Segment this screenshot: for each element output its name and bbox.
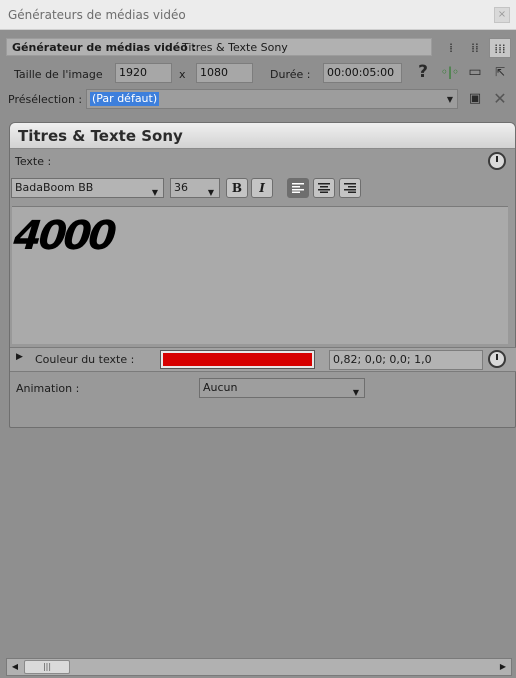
export-icon[interactable]: ⇱ bbox=[490, 62, 510, 82]
image-height-input[interactable]: 1080 bbox=[196, 63, 253, 83]
delete-preset-icon[interactable]: ✕ bbox=[490, 89, 510, 109]
panel-header: Titres & Texte Sony bbox=[10, 123, 515, 149]
chevron-down-icon: ▼ bbox=[352, 388, 359, 397]
duration-input[interactable]: 00:00:05:00 bbox=[323, 63, 402, 83]
horizontal-scrollbar[interactable]: ◀ ||| ▶ bbox=[6, 658, 512, 676]
scroll-thumb[interactable]: ||| bbox=[24, 660, 70, 674]
align-left-icon bbox=[292, 183, 304, 193]
list-view-icon[interactable]: ⁞ bbox=[440, 38, 462, 58]
expand-arrow-icon[interactable]: ▶ bbox=[16, 352, 23, 362]
align-left-button[interactable] bbox=[287, 178, 309, 198]
split-icon[interactable]: ◦|◦ bbox=[440, 62, 460, 82]
preset-dropdown[interactable]: (Par défaut) ▼ bbox=[86, 89, 458, 109]
size-separator: x bbox=[179, 68, 186, 81]
font-size-select[interactable]: 36 ▼ bbox=[170, 178, 220, 198]
align-right-icon bbox=[344, 183, 356, 193]
text-label: Texte : bbox=[15, 155, 52, 168]
panel-title: Titres & Texte Sony bbox=[18, 127, 183, 145]
font-size-value: 36 bbox=[174, 181, 188, 194]
chevron-down-icon: ▼ bbox=[207, 188, 214, 197]
close-window-button[interactable]: × bbox=[494, 7, 510, 23]
chevron-down-icon: ▼ bbox=[446, 95, 453, 104]
image-width-input[interactable]: 1920 bbox=[115, 63, 172, 83]
text-color-values[interactable]: 0,82; 0,0; 0,0; 1,0 bbox=[329, 350, 483, 370]
font-family-value: BadaBoom BB bbox=[15, 181, 94, 194]
text-color-label: Couleur du texte : bbox=[35, 353, 135, 366]
align-center-icon bbox=[318, 183, 330, 193]
preset-label: Présélection : bbox=[8, 93, 83, 106]
animation-label: Animation : bbox=[16, 382, 80, 395]
generator-header: Générateur de médias vidéo : Titres & Te… bbox=[6, 38, 432, 56]
help-icon[interactable]: ? bbox=[413, 62, 433, 82]
keyframe-clock-icon[interactable] bbox=[488, 152, 506, 170]
italic-button[interactable]: I bbox=[251, 178, 273, 198]
bold-button[interactable]: B bbox=[226, 178, 248, 198]
preset-value: (Par défaut) bbox=[90, 92, 160, 106]
chevron-down-icon: ▼ bbox=[151, 188, 158, 197]
text-content: 4000 bbox=[11, 213, 116, 259]
align-center-button[interactable] bbox=[313, 178, 335, 198]
image-size-label: Taille de l'image bbox=[14, 68, 103, 81]
scroll-right-icon[interactable]: ▶ bbox=[495, 659, 511, 675]
detail-view-icon[interactable]: ⁞⁞ bbox=[464, 38, 486, 58]
save-preset-icon[interactable]: ▣ bbox=[465, 89, 485, 109]
duration-label: Durée : bbox=[270, 68, 311, 81]
window-title: Générateurs de médias vidéo bbox=[8, 8, 186, 22]
window-title-bar: Générateurs de médias vidéo × bbox=[0, 0, 516, 30]
text-editor[interactable]: 4000 bbox=[12, 206, 508, 344]
animation-value: Aucun bbox=[203, 381, 238, 394]
generator-plugin-name: Titres & Texte Sony bbox=[182, 41, 288, 54]
text-color-swatch[interactable] bbox=[160, 350, 315, 369]
animation-select[interactable]: Aucun ▼ bbox=[199, 378, 365, 398]
monitor-icon[interactable]: ▭ bbox=[465, 62, 485, 82]
generator-label: Générateur de médias vidéo : bbox=[12, 41, 197, 54]
keyframe-clock-icon[interactable] bbox=[488, 350, 506, 368]
align-right-button[interactable] bbox=[339, 178, 361, 198]
grid-view-icon[interactable]: ⁞⁞⁞ bbox=[489, 38, 511, 58]
scroll-left-icon[interactable]: ◀ bbox=[7, 659, 23, 675]
font-family-select[interactable]: BadaBoom BB ▼ bbox=[11, 178, 164, 198]
